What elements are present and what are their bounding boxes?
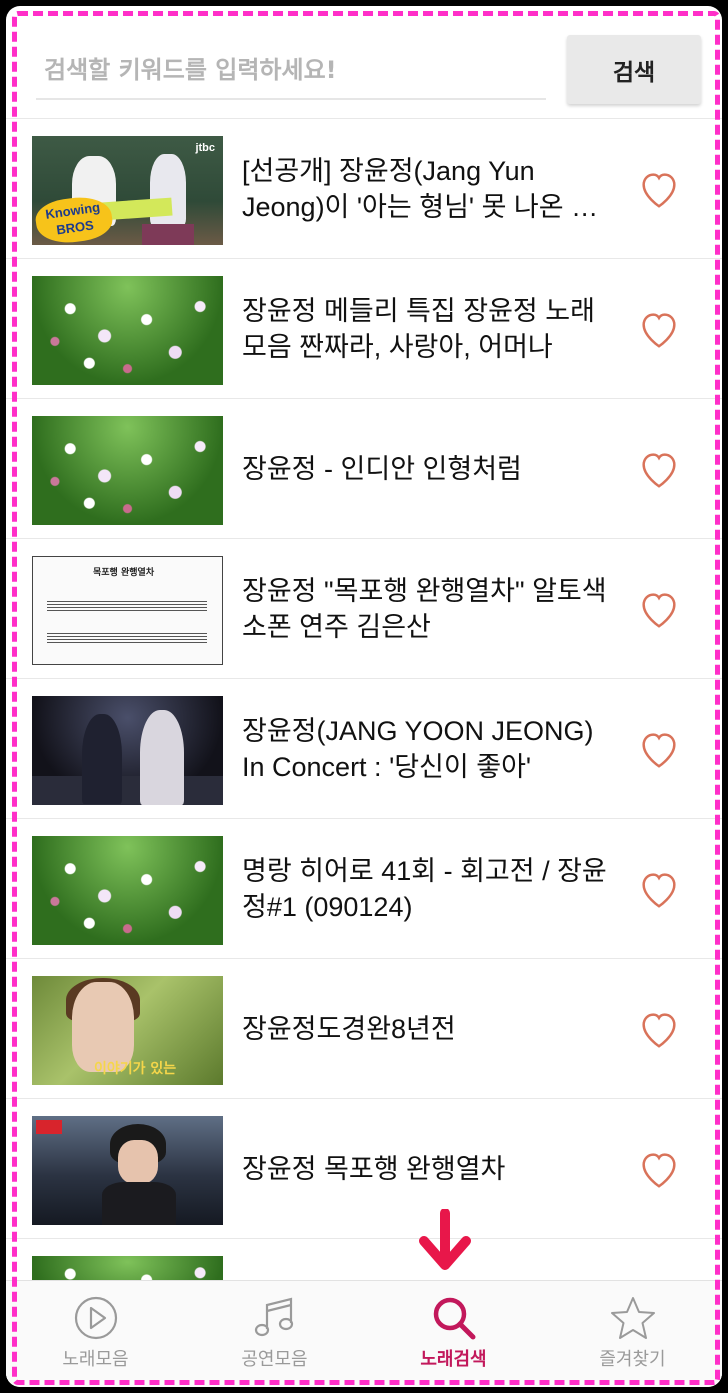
list-item[interactable]: 목포행 완행열차 장윤정 "목포행 완행열차" 알토색소폰 연주 김은산 bbox=[6, 539, 722, 679]
heart-icon[interactable] bbox=[636, 306, 682, 352]
heart-icon[interactable] bbox=[636, 866, 682, 912]
results-list[interactable]: Knowing BROS jtbc [선공개] 장윤정(Jang Yun Jeo… bbox=[6, 118, 722, 1379]
nav-item-song-search[interactable]: 노래검색 bbox=[364, 1281, 543, 1387]
video-title[interactable]: 명랑 히어로 41회 - 회고전 / 장윤정#1 (090124) bbox=[242, 819, 620, 958]
arrow-down-icon bbox=[419, 1209, 471, 1270]
heart-icon[interactable] bbox=[636, 1006, 682, 1052]
heart-icon[interactable] bbox=[636, 726, 682, 772]
nav-item-favorites[interactable]: 즐겨찾기 bbox=[543, 1281, 722, 1387]
video-thumbnail[interactable]: 이야기가 있는 bbox=[32, 976, 223, 1085]
video-title[interactable]: [선공개] 장윤정(Jang Yun Jeong)이 '아는 형님' 못 나온 … bbox=[242, 119, 620, 258]
nav-label: 공연모음 bbox=[241, 1349, 308, 1370]
list-item[interactable]: 장윤정(JANG YOON JEONG) In Concert : '당신이 좋… bbox=[6, 679, 722, 819]
music-note-icon bbox=[254, 1297, 294, 1337]
list-item[interactable]: 장윤정 메들리 특집 장윤정 노래 모음 짠짜라, 사랑아, 어머나 bbox=[6, 259, 722, 399]
heart-icon[interactable] bbox=[636, 586, 682, 632]
stage-floor bbox=[32, 776, 223, 805]
nav-label: 노래모음 bbox=[62, 1349, 129, 1370]
music-staff bbox=[47, 633, 207, 645]
video-thumbnail[interactable] bbox=[32, 416, 223, 525]
video-title[interactable]: 장윤정 "목포행 완행열차" 알토색소폰 연주 김은산 bbox=[242, 539, 620, 678]
thumbnail-figure bbox=[118, 1140, 158, 1184]
channel-logo: jtbc bbox=[195, 142, 215, 154]
video-thumbnail[interactable]: Knowing BROS jtbc bbox=[32, 136, 223, 245]
thumbnail-figure bbox=[140, 710, 184, 805]
list-item[interactable]: 명랑 히어로 41회 - 회고전 / 장윤정#1 (090124) bbox=[6, 819, 722, 959]
search-input[interactable] bbox=[36, 42, 546, 100]
music-staff bbox=[47, 601, 207, 613]
heart-icon[interactable] bbox=[636, 166, 682, 212]
thumbnail-figure bbox=[102, 1182, 176, 1225]
list-item[interactable]: Knowing BROS jtbc [선공개] 장윤정(Jang Yun Jeo… bbox=[6, 118, 722, 259]
video-thumbnail[interactable] bbox=[32, 276, 223, 385]
channel-logo bbox=[36, 1120, 62, 1134]
play-circle-icon bbox=[74, 1296, 118, 1340]
video-title[interactable]: 장윤정도경완8년전 bbox=[242, 959, 620, 1098]
bottom-navigation: 노래모음 공연모음 노래검색 즐겨찾기 bbox=[6, 1280, 722, 1387]
heart-icon[interactable] bbox=[636, 1146, 682, 1192]
thumbnail-caption: 이야기가 있는 bbox=[94, 1061, 177, 1077]
nav-item-performance-collection[interactable]: 공연모음 bbox=[185, 1281, 364, 1387]
nav-label: 노래검색 bbox=[420, 1349, 487, 1370]
thumbnail-figure bbox=[82, 714, 122, 804]
video-thumbnail[interactable] bbox=[32, 1116, 223, 1225]
list-item[interactable]: 이야기가 있는 장윤정도경완8년전 bbox=[6, 959, 722, 1099]
nav-item-song-collection[interactable]: 노래모음 bbox=[6, 1281, 185, 1387]
search-button[interactable]: 검색 bbox=[567, 35, 701, 104]
video-title[interactable]: 장윤정 - 인디안 인형처럼 bbox=[242, 399, 620, 538]
thumbnail-figure bbox=[142, 224, 194, 245]
video-title[interactable]: 장윤정(JANG YOON JEONG) In Concert : '당신이 좋… bbox=[242, 679, 620, 818]
list-item[interactable]: 장윤정 목포행 완행열차 bbox=[6, 1099, 722, 1239]
search-icon bbox=[433, 1297, 476, 1340]
app-screen: 검색 Knowing BROS jtbc [선공개] 장윤정(Jang Yun … bbox=[6, 6, 722, 1387]
video-thumbnail[interactable] bbox=[32, 836, 223, 945]
nav-label: 즐겨찾기 bbox=[599, 1349, 666, 1370]
video-thumbnail[interactable]: 목포행 완행열차 bbox=[32, 556, 223, 665]
video-thumbnail[interactable] bbox=[32, 696, 223, 805]
search-bar: 검색 bbox=[22, 18, 712, 108]
heart-icon[interactable] bbox=[636, 446, 682, 492]
video-title[interactable]: 장윤정 메들리 특집 장윤정 노래 모음 짠짜라, 사랑아, 어머나 bbox=[242, 259, 620, 398]
star-icon bbox=[611, 1297, 655, 1339]
sheet-heading: 목포행 완행열차 bbox=[93, 568, 155, 578]
list-item[interactable]: 장윤정 - 인디안 인형처럼 bbox=[6, 399, 722, 539]
